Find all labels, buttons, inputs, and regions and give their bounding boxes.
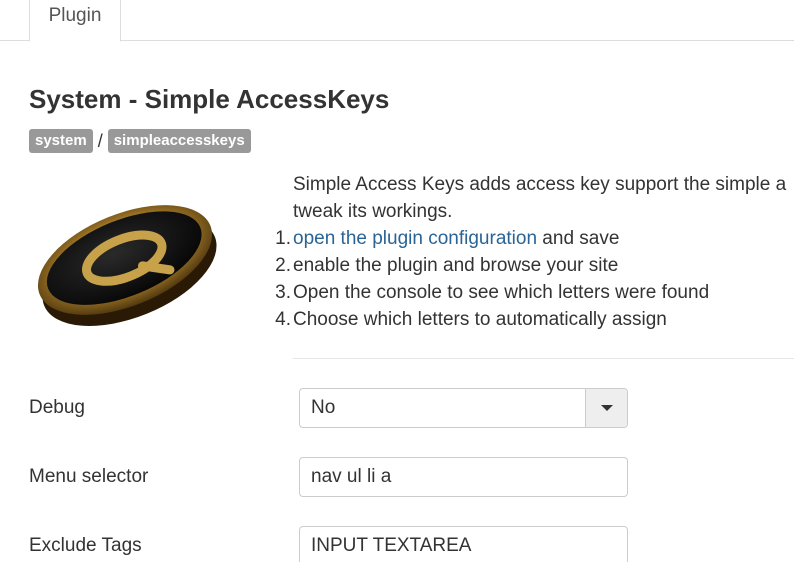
debug-select-value: No: [311, 397, 336, 418]
debug-select[interactable]: No: [299, 388, 628, 428]
description-intro-line2: tweak its workings.: [293, 201, 453, 222]
description-intro-line1: Simple Access Keys adds access key suppo…: [293, 174, 787, 195]
step-text: enable the plugin and browse your site: [293, 255, 619, 276]
step-text: Choose which letters to automatically as…: [293, 309, 667, 330]
list-item: 3. Open the console to see which letters …: [275, 279, 794, 306]
page-title: System - Simple AccessKeys: [29, 84, 390, 114]
menu-selector-input[interactable]: nav ul li a: [299, 457, 628, 497]
menu-selector-label: Menu selector: [29, 466, 149, 487]
plugin-configuration-link[interactable]: open the plugin configuration: [293, 228, 537, 249]
breadcrumb-separator: /: [97, 130, 103, 151]
list-item: 2. enable the plugin and browse your site: [275, 252, 794, 279]
step-number: 3.: [275, 282, 291, 303]
step-text: and save: [537, 228, 620, 249]
step-number: 1.: [275, 228, 291, 249]
exclude-tags-label: Exclude Tags: [29, 535, 142, 556]
tab-bar: Plugin: [0, 0, 794, 42]
dropdown-toggle[interactable]: [585, 389, 627, 427]
chevron-down-icon: [600, 405, 613, 411]
tab-plugin[interactable]: Plugin: [29, 0, 121, 42]
list-item: 4. Choose which letters to automatically …: [275, 306, 794, 333]
plugin-page: Plugin System - Simple AccessKeys system…: [0, 0, 794, 562]
plugin-description: Simple Access Keys adds access key suppo…: [275, 171, 794, 333]
breadcrumb-badge-system: system: [29, 129, 93, 153]
debug-label: Debug: [29, 397, 85, 418]
exclude-tags-value: INPUT TEXTAREA: [311, 535, 472, 556]
divider: [293, 358, 794, 359]
menu-selector-value: nav ul li a: [311, 466, 392, 487]
step-number: 4.: [275, 309, 291, 330]
breadcrumb: system / simpleaccesskeys: [29, 129, 251, 153]
step-text: Open the console to see which letters we…: [293, 282, 710, 303]
steps-list: 1. open the plugin configuration and save…: [275, 225, 794, 333]
list-item: 1. open the plugin configuration and save: [275, 225, 794, 252]
coin-logo-icon: [37, 205, 217, 326]
breadcrumb-badge-element: simpleaccesskeys: [107, 129, 251, 153]
step-number: 2.: [275, 255, 291, 276]
exclude-tags-input[interactable]: INPUT TEXTAREA: [299, 526, 628, 562]
